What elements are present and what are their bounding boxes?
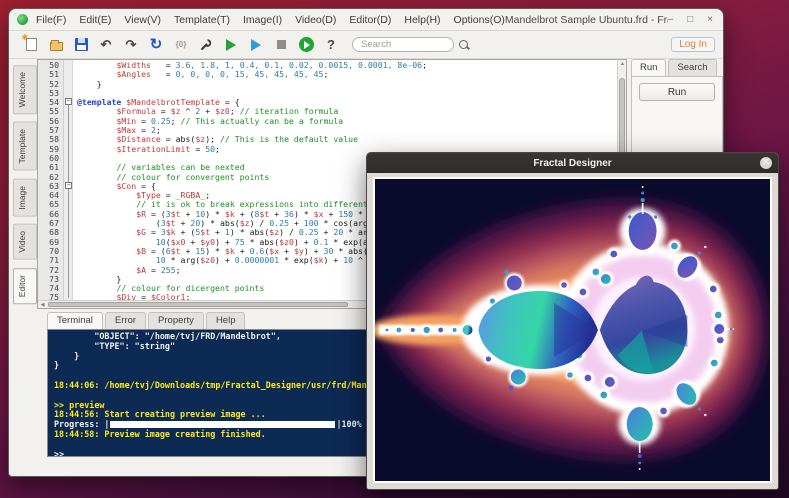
titlebar: File(F) Edit(E) View(V) Template(T) Image(I)… <box>9 9 723 31</box>
mandelbrot-rendering <box>375 179 770 481</box>
tab-run[interactable]: Run <box>631 59 667 76</box>
open-folder-icon <box>49 39 63 51</box>
variables-button[interactable]: {0} <box>173 37 189 53</box>
wrench-icon <box>200 39 211 51</box>
sidebar-tab-editor[interactable]: Editor <box>13 268 37 305</box>
blue-play-icon <box>251 38 261 51</box>
new-file-icon <box>22 33 37 51</box>
close-icon[interactable]: ✕ <box>760 157 772 169</box>
menubar: File(F) Edit(E) View(V) Template(T) Image(I)… <box>36 14 505 26</box>
minimize-button[interactable]: – <box>668 14 674 25</box>
app-icon <box>17 14 28 25</box>
sidebar-tab-template[interactable]: Template <box>13 122 37 171</box>
green-play-icon <box>226 38 236 51</box>
redo-button[interactable]: ↷ <box>123 37 139 53</box>
stop-icon <box>276 40 286 49</box>
sidebar-tab-image[interactable]: Image <box>13 178 37 217</box>
fractal-preview-window: Fractal Designer ✕ <box>366 152 779 490</box>
run-template-button[interactable] <box>223 37 239 53</box>
toolbar: ↶ ↷ ↻ {0} ? Log In <box>9 31 723 59</box>
right-panel-tabs: Run Search <box>631 59 723 76</box>
fold-collapse-box[interactable]: – <box>65 98 72 106</box>
fractal-image <box>373 177 772 483</box>
fractal-window-title: Fractal Designer <box>533 157 612 169</box>
menu-image[interactable]: Image(I) <box>243 14 282 26</box>
scroll-left-arrow[interactable]: ◀ <box>38 301 47 308</box>
close-button[interactable]: × <box>707 14 713 25</box>
search-input[interactable] <box>352 37 454 52</box>
stop-button[interactable] <box>273 37 289 53</box>
tab-search[interactable]: Search <box>668 59 717 76</box>
menu-file[interactable]: File(F) <box>36 14 66 26</box>
bottom-panel-tabs: Terminal Error Property Help <box>47 312 246 329</box>
search-icon[interactable] <box>458 39 470 51</box>
fold-collapse-box[interactable]: – <box>65 181 72 189</box>
menu-help[interactable]: Help(H) <box>404 14 440 26</box>
save-button[interactable] <box>73 37 89 53</box>
fold-guide-line <box>68 103 69 299</box>
code-line: } <box>77 78 102 89</box>
scroll-up-arrow[interactable]: ▲ <box>618 61 626 67</box>
undo-button[interactable]: ↶ <box>98 37 114 53</box>
run-circle-icon <box>298 37 314 52</box>
tab-help[interactable]: Help <box>205 312 246 329</box>
menu-view[interactable]: View(V) <box>124 14 161 26</box>
maximize-button[interactable]: □ <box>687 14 693 25</box>
refresh-button[interactable]: ↻ <box>148 37 164 53</box>
help-button[interactable]: ? <box>323 37 339 53</box>
sidebar-tabs: Welcome Template Image Video Editor <box>13 65 37 305</box>
window-controls: – □ × <box>668 14 713 25</box>
tab-terminal[interactable]: Terminal <box>47 312 103 329</box>
save-icon <box>74 38 88 51</box>
menu-template[interactable]: Template(T) <box>174 14 230 26</box>
line-number-gutter: 50 51 52 53 54 55 56 57 58 59 60 61 62 63 64 65 66 67 68 69… <box>38 60 64 308</box>
wrench-button[interactable] <box>198 37 214 53</box>
menu-video[interactable]: Video(D) <box>295 14 336 26</box>
menu-editor[interactable]: Editor(D) <box>349 14 391 26</box>
desktop: { "window": { "titlebar": { "title": "Ma… <box>0 0 789 498</box>
menu-options[interactable]: Options(O) <box>454 14 505 26</box>
progress-bar <box>110 421 336 429</box>
sidebar-tab-video[interactable]: Video <box>13 224 37 260</box>
sidebar-tab-welcome[interactable]: Welcome <box>13 65 37 115</box>
open-button[interactable] <box>48 37 64 53</box>
run-preview-button[interactable] <box>248 37 264 53</box>
tab-error[interactable]: Error <box>104 312 147 329</box>
tab-property[interactable]: Property <box>148 312 204 329</box>
window-title: Mandelbrot Sample Ubuntu.frd - Fractal D… <box>504 13 668 26</box>
fractal-window-titlebar[interactable]: Fractal Designer ✕ <box>367 153 778 173</box>
hscroll-thumb[interactable] <box>48 302 348 307</box>
fold-margin: – – <box>64 60 73 308</box>
login-button[interactable]: Log In <box>671 37 715 52</box>
new-file-button[interactable] <box>22 33 39 53</box>
run-all-button[interactable] <box>298 37 314 53</box>
code-line: $Angles = 0, 0, 0, 0, 15, 45, 45, 45, 45… <box>116 69 329 80</box>
run-button[interactable]: Run <box>639 83 715 101</box>
menu-edit[interactable]: Edit(E) <box>79 14 111 26</box>
